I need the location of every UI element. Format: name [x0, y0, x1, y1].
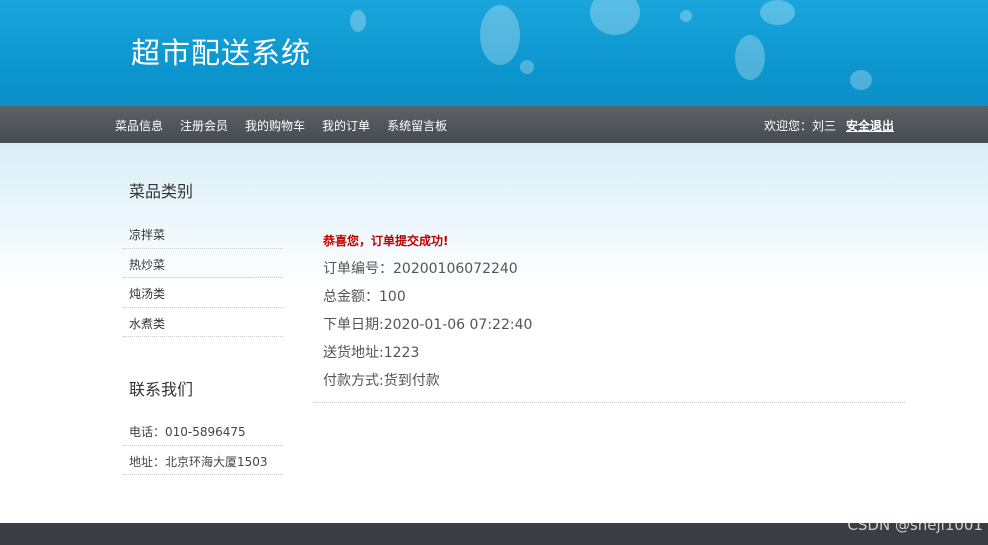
nav-item-register[interactable]: 注册会员 [180, 117, 228, 134]
nav-menu: 菜品信息 注册会员 我的购物车 我的订单 系统留言板 [115, 117, 464, 134]
top-navbar: 菜品信息 注册会员 我的购物车 我的订单 系统留言板 欢迎您：刘三 安全退出 [0, 105, 988, 143]
contact-address: 地址：北京环海大厦1503 [123, 446, 283, 475]
category-sidebar: 菜品类别 凉拌菜 热炒菜 炖汤类 水煮类 [123, 178, 283, 337]
page-footer [0, 523, 988, 545]
decorative-splash [760, 0, 795, 25]
success-message: 恭喜您，订单提交成功! [323, 234, 449, 248]
decorative-splash [680, 10, 692, 22]
contact-phone: 电话：010-5896475 [123, 416, 283, 446]
logout-link[interactable]: 安全退出 [846, 117, 894, 134]
nav-item-dish-info[interactable]: 菜品信息 [115, 117, 163, 134]
decorative-splash [480, 5, 520, 65]
contact-title: 联系我们 [129, 380, 194, 399]
order-date: 下单日期:2020-01-06 07:22:40 [323, 317, 533, 333]
header-banner: 超市配送系统 [0, 0, 988, 105]
delivery-address: 送货地址:1223 [323, 345, 420, 361]
order-total: 总金额：100 [323, 289, 406, 305]
category-item-boiled[interactable]: 水煮类 [123, 308, 283, 337]
welcome-text: 欢迎您：刘三 [763, 119, 836, 133]
category-item-stew-soup[interactable]: 炖汤类 [123, 278, 283, 308]
category-item-cold-dishes[interactable]: 凉拌菜 [123, 219, 283, 249]
contact-section: 联系我们 电话：010-5896475 地址：北京环海大厦1503 [123, 376, 283, 475]
nav-item-cart[interactable]: 我的购物车 [245, 117, 305, 134]
decorative-splash [735, 35, 765, 80]
nav-item-message-board[interactable]: 系统留言板 [387, 117, 447, 134]
decorative-splash [850, 70, 872, 90]
nav-item-my-orders[interactable]: 我的订单 [322, 117, 370, 134]
decorative-splash [590, 0, 640, 35]
decorative-splash [350, 10, 366, 32]
order-result-panel: 恭喜您，订单提交成功! 订单编号：20200106072240 总金额：100 … [313, 225, 905, 403]
order-number: 订单编号：20200106072240 [323, 261, 518, 277]
app-title: 超市配送系统 [131, 36, 312, 70]
watermark-text: CSDN @sheji1001 [847, 516, 983, 534]
payment-method: 付款方式:货到付款 [323, 373, 440, 389]
decorative-splash [520, 60, 534, 74]
category-item-stir-fry[interactable]: 热炒菜 [123, 249, 283, 278]
category-title: 菜品类别 [129, 182, 194, 201]
user-area: 欢迎您：刘三 安全退出 [764, 117, 894, 134]
